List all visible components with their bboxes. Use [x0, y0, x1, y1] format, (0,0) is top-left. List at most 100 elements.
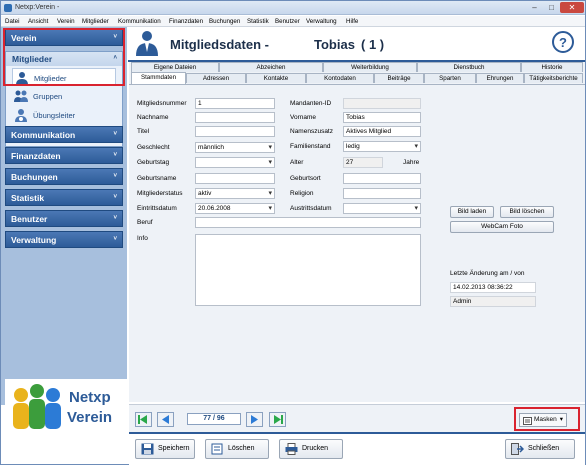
page-header: Mitgliedsdaten - Tobias ( 1 ) ? [128, 28, 585, 62]
record-counter: 77 / 96 [187, 413, 241, 425]
menu-hilfe[interactable]: Hilfe [346, 18, 358, 25]
bild-laden-button[interactable]: Bild laden [450, 206, 494, 218]
sidebar-section-statistik[interactable]: Statistik ˅ [5, 189, 123, 206]
label-mitgliederstatus: Mitgliederstatus [137, 190, 183, 197]
label-alter: Alter [290, 159, 304, 166]
sidebar-section-verwaltung[interactable]: Verwaltung ˅ [5, 231, 123, 248]
member-name: Tobias [314, 37, 355, 52]
maximize-button[interactable]: □ [543, 2, 560, 13]
next-record-button[interactable] [246, 412, 263, 427]
chevron-down-icon: ˅ [113, 194, 117, 200]
sidebar-section-benutzer[interactable]: Benutzer ˅ [5, 210, 123, 227]
chevron-down-icon: ˅ [113, 173, 117, 179]
mitgliederstatus-select[interactable]: aktiv [195, 188, 275, 199]
menu-kommunikation[interactable]: Kommunikation [118, 18, 161, 25]
label-eintrittsdatum: Eintrittsdatum [137, 205, 177, 212]
geburtstag-datepicker[interactable] [195, 157, 275, 168]
familienstand-select[interactable]: ledig [343, 141, 421, 152]
tab-sparten[interactable]: Sparten [424, 73, 476, 83]
app-window: Netxp:Verein - – □ ✕ Datei Ansicht Verei… [0, 0, 586, 465]
label-letzte-aenderung: Letzte Änderung am / von [450, 270, 525, 277]
tab-abzeichen[interactable]: Abzeichen [219, 62, 323, 72]
help-button[interactable]: ? [552, 31, 574, 53]
sidebar-section-buchungen[interactable]: Buchungen ˅ [5, 168, 123, 185]
menu-benutzer[interactable]: Benutzer [275, 18, 300, 25]
namenszusatz-field[interactable]: Aktives Mitglied [343, 126, 421, 137]
alter-unit: Jahre [403, 159, 420, 166]
beruf-field[interactable] [195, 217, 421, 228]
schliessen-label: Schließen [528, 445, 560, 452]
label-geschlecht: Geschlecht [137, 144, 170, 151]
sidebar-section-finanzdaten[interactable]: Finanzdaten ˅ [5, 147, 123, 164]
stammdaten-panel: Mitgliedsnummer 1 Nachname Titel Geschle… [129, 84, 585, 402]
tab-ehrungen[interactable]: Ehrungen [476, 73, 524, 83]
close-button[interactable]: ✕ [560, 2, 584, 13]
menu-datei[interactable]: Datei [5, 18, 19, 25]
schliessen-button[interactable]: Schließen [505, 439, 575, 459]
label-religion: Religion [290, 190, 314, 197]
sidebar-section-kommunikation[interactable]: Kommunikation ˅ [5, 126, 123, 143]
section-label: Kommunikation [11, 130, 76, 140]
menu-statistik[interactable]: Statistik [247, 18, 269, 25]
section-label: Buchungen [11, 172, 58, 182]
logo: Netxp Verein [5, 379, 127, 441]
last-record-button[interactable] [269, 412, 286, 427]
section-label: Verwaltung [11, 235, 57, 245]
title-bar: Netxp:Verein - – □ ✕ [1, 1, 585, 15]
webcam-foto-button[interactable]: WebCam Foto [450, 221, 554, 233]
loeschen-button[interactable]: Löschen [205, 439, 269, 459]
tab-strip: Eigene Dateien Abzeichen Weiterbildung D… [129, 62, 585, 84]
menu-buchungen[interactable]: Buchungen [209, 18, 240, 25]
sidebar-item-gruppen[interactable]: Gruppen [12, 87, 116, 105]
label-geburtsname: Geburtsname [137, 175, 177, 182]
speichern-button[interactable]: Speichern [135, 439, 195, 459]
minimize-button[interactable]: – [526, 2, 543, 13]
speichern-label: Speichern [158, 445, 190, 452]
menu-verein[interactable]: Verein [57, 18, 75, 25]
sidebar-item-uebungsleiter[interactable]: Übungsleiter [12, 106, 116, 124]
app-icon [4, 4, 12, 12]
menu-mitglieder[interactable]: Mitglieder [82, 18, 109, 25]
info-textarea[interactable] [195, 234, 421, 306]
nachname-field[interactable] [195, 112, 275, 123]
tab-stammdaten[interactable]: Stammdaten [131, 72, 186, 84]
sidebar-item-label: Übungsleiter [33, 111, 76, 120]
eintrittsdatum-datepicker[interactable]: 20.06.2008 [195, 203, 275, 214]
first-record-button[interactable] [135, 412, 152, 427]
next-arrow-icon [251, 415, 258, 424]
last-change-date: 14.02.2013 08:36:22 [450, 282, 536, 293]
drucken-label: Drucken [302, 445, 329, 452]
geburtsname-field[interactable] [195, 173, 275, 184]
vorname-field[interactable]: Tobias [343, 112, 421, 123]
previous-record-button[interactable] [157, 412, 174, 427]
titel-field[interactable] [195, 126, 275, 137]
record-navigation: 77 / 96 Masken ▾ [129, 404, 585, 432]
geburtsort-field[interactable] [343, 173, 421, 184]
label-mitgliedsnummer: Mitgliedsnummer [137, 100, 187, 107]
austrittsdatum-datepicker[interactable] [343, 203, 421, 214]
tab-taetigkeitsberichte[interactable]: Tätigkeitsberichte [524, 73, 583, 83]
tab-beitraege[interactable]: Beiträge [374, 73, 424, 83]
drucken-button[interactable]: Drucken [279, 439, 343, 459]
religion-field[interactable] [343, 188, 421, 199]
logo-figures-icon [13, 384, 61, 429]
tab-dienstbuch[interactable]: Dienstbuch [417, 62, 521, 72]
sidebar-item-label: Gruppen [33, 92, 63, 101]
menu-verwaltung[interactable]: Verwaltung [306, 18, 337, 25]
bild-loeschen-button[interactable]: Bild löschen [500, 206, 554, 218]
previous-arrow-icon [162, 415, 169, 424]
tab-kontodaten[interactable]: Kontodaten [306, 73, 374, 83]
geschlecht-select[interactable]: männlich [195, 142, 275, 153]
tab-kontakte[interactable]: Kontakte [246, 73, 306, 83]
tab-historie[interactable]: Historie [521, 62, 583, 72]
menu-ansicht[interactable]: Ansicht [28, 18, 48, 25]
label-familienstand: Familienstand [290, 143, 331, 150]
tab-adressen[interactable]: Adressen [186, 73, 246, 83]
tab-eigene-dateien[interactable]: Eigene Dateien [131, 62, 219, 72]
menu-finanzdaten[interactable]: Finanzdaten [169, 18, 203, 25]
tab-weiterbildung[interactable]: Weiterbildung [323, 62, 417, 72]
window-title: Netxp:Verein - [15, 4, 60, 11]
mitgliedsnummer-field[interactable]: 1 [195, 98, 275, 109]
mandanten-id-field [343, 98, 421, 109]
section-label: Statistik [11, 193, 45, 203]
